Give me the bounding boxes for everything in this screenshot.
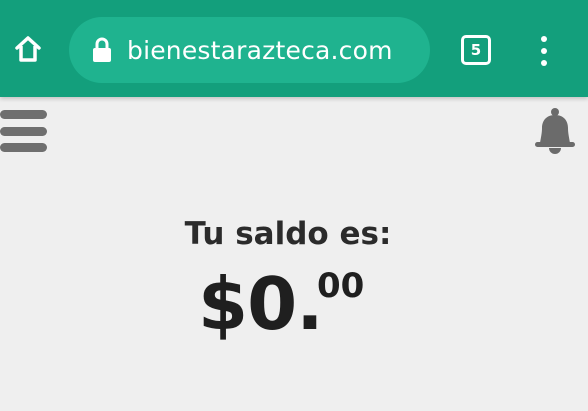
balance-label-text: Tu saldo es: [184,216,392,252]
browser-menu-button[interactable] [530,34,558,68]
balance-amount-main: $0. [198,262,324,346]
balance-amount: $0. 00 [198,262,364,346]
address-bar[interactable]: bienestarazteca.com [69,17,430,83]
hamburger-icon-bar [0,143,47,152]
home-button[interactable] [10,31,46,67]
balance-amount-cents: 00 [317,266,365,306]
hamburger-icon-bar [0,126,47,136]
balance-label: Tu saldo es: [0,216,588,252]
hamburger-menu-button[interactable] [0,110,48,152]
home-icon [15,36,41,62]
url-text: bienestarazteca.com [127,35,393,65]
browser-toolbar: bienestarazteca.com 5 [0,0,588,97]
tab-count: 5 [470,41,482,59]
more-vertical-icon-dot [541,48,547,54]
lock-icon [91,35,113,65]
notifications-button[interactable] [532,107,578,155]
bell-icon [535,108,575,154]
tab-switcher-button[interactable]: 5 [461,35,491,65]
more-vertical-icon-dot [541,60,547,66]
hamburger-icon [0,110,47,119]
more-vertical-icon [541,36,547,42]
